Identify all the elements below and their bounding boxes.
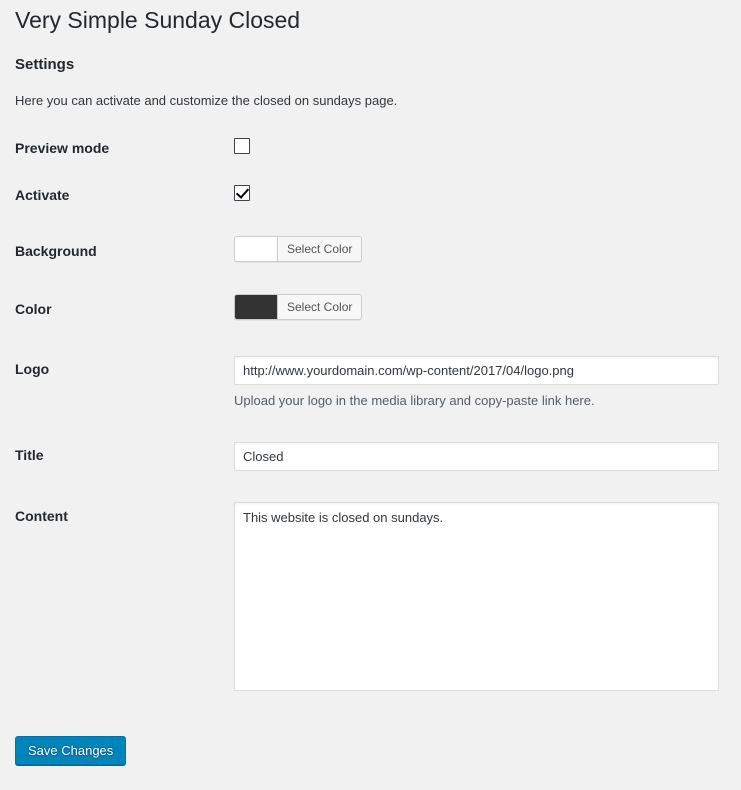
label-content: Content xyxy=(15,508,68,525)
cell-logo: Upload your logo in the media library an… xyxy=(234,338,741,424)
save-changes-button[interactable]: Save Changes xyxy=(15,736,127,765)
row-text-color: Color Select Color xyxy=(0,280,741,338)
cell-preview-mode xyxy=(234,128,741,175)
page-title: Very Simple Sunday Closed xyxy=(15,7,301,33)
content-textarea[interactable] xyxy=(234,502,719,692)
submit-container: Save Changes xyxy=(15,736,127,765)
section-heading: Settings xyxy=(15,56,75,73)
row-logo: Logo Upload your logo in the media libra… xyxy=(0,338,741,424)
label-title: Title xyxy=(15,447,44,464)
preview-mode-checkbox[interactable] xyxy=(234,138,250,154)
background-color-swatch xyxy=(235,237,278,262)
label-background: Background xyxy=(15,243,97,260)
row-background-color: Background Select Color xyxy=(0,222,741,280)
row-activate: Activate xyxy=(0,175,741,222)
background-color-picker-button[interactable]: Select Color xyxy=(234,236,363,263)
settings-form-table: Preview mode Activate Background Select … xyxy=(0,128,741,710)
text-select-color-label: Select Color xyxy=(278,295,362,320)
section-description: Here you can activate and customize the … xyxy=(15,93,398,108)
activate-checkbox[interactable] xyxy=(234,185,250,202)
label-color: Color xyxy=(15,301,52,318)
settings-page: Very Simple Sunday Closed Settings Here … xyxy=(0,0,741,790)
label-activate: Activate xyxy=(15,187,70,204)
label-logo: Logo xyxy=(15,361,50,378)
row-preview-mode: Preview mode xyxy=(0,128,741,175)
cell-background: Select Color xyxy=(234,222,741,280)
cell-content xyxy=(234,485,741,710)
row-title: Title xyxy=(0,424,741,485)
label-preview-mode: Preview mode xyxy=(15,140,110,156)
title-input[interactable] xyxy=(234,442,719,472)
logo-description: Upload your logo in the media library an… xyxy=(234,393,595,409)
row-content: Content xyxy=(0,485,741,710)
cell-color: Select Color xyxy=(234,280,741,338)
text-color-picker-button[interactable]: Select Color xyxy=(234,294,363,321)
logo-url-input[interactable] xyxy=(234,356,719,386)
background-select-color-label: Select Color xyxy=(278,237,362,262)
cell-title xyxy=(234,424,741,485)
cell-activate xyxy=(234,175,741,222)
text-color-swatch xyxy=(235,295,278,320)
